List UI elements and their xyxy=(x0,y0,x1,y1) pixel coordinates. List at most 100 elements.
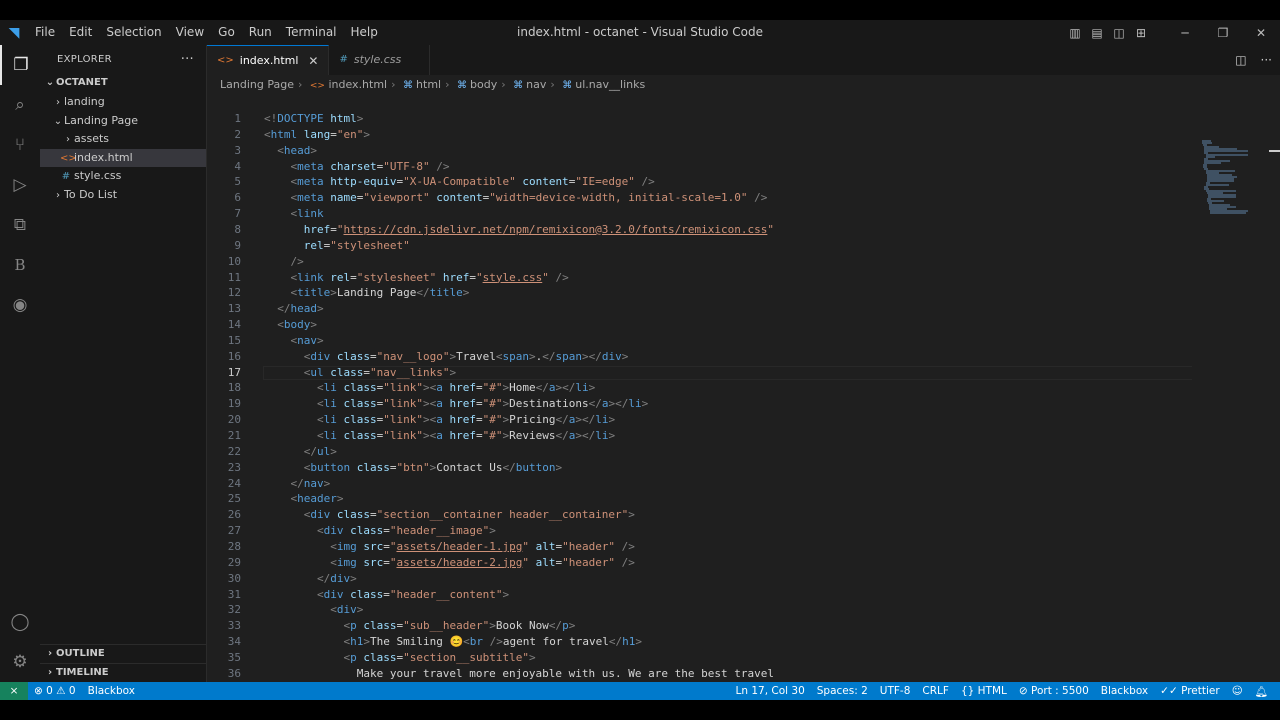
code-line[interactable]: <li class="link"><a href="#">Pricing</a>… xyxy=(264,413,615,426)
code-line[interactable]: <header> xyxy=(264,492,344,505)
menu-view[interactable]: View xyxy=(169,20,211,45)
toggle-primary-sidebar-icon[interactable]: ▥ xyxy=(1064,26,1086,40)
explorer-more-icon[interactable]: ··· xyxy=(181,52,194,67)
problems-status[interactable]: ⊗ 0 ⚠ 0 xyxy=(28,685,82,697)
split-editor-icon[interactable]: ◫ xyxy=(1235,53,1246,67)
explorer-item[interactable]: › landing xyxy=(40,93,206,112)
search-icon[interactable]: ⌕ xyxy=(0,85,40,125)
github-icon[interactable]: ◉ xyxy=(0,285,40,325)
prettier-status[interactable]: ✓✓ Prettier xyxy=(1154,685,1226,697)
code-editor[interactable]: 1 <!DOCTYPE html> 2 <html lang="en"> 3 <head… xyxy=(207,112,1192,682)
code-token: Book Now xyxy=(495,619,549,633)
toggle-panel-icon[interactable]: ▤ xyxy=(1086,26,1108,40)
tab-style-css[interactable]: # style.css xyxy=(329,45,431,75)
live-server-port[interactable]: ⊘ Port : 5500 xyxy=(1013,685,1095,697)
minimize-button[interactable]: ─ xyxy=(1166,26,1204,40)
code-line[interactable]: <title>Landing Page</title> xyxy=(264,286,470,299)
timeline-section[interactable]: › TIMELINE xyxy=(40,663,206,682)
code-line[interactable]: <div class="header__content"> xyxy=(264,588,509,601)
code-line[interactable]: <nav> xyxy=(264,334,324,347)
blackbox-icon[interactable]: B xyxy=(0,245,40,285)
encoding-status[interactable]: UTF-8 xyxy=(874,685,917,697)
code-line[interactable]: <head> xyxy=(264,144,317,157)
breadcrumb-item[interactable]: body xyxy=(470,78,497,91)
code-line[interactable]: </head> xyxy=(264,302,323,315)
code-line[interactable]: <link rel="stylesheet" href="style.css" … xyxy=(264,271,569,284)
feedback-icon[interactable]: ☺ xyxy=(1226,685,1249,697)
menu-help[interactable]: Help xyxy=(344,20,385,45)
breadcrumb-item[interactable]: nav xyxy=(526,78,546,91)
outline-section[interactable]: › OUTLINE xyxy=(40,644,206,663)
remote-indicator-icon[interactable]: ⨯ xyxy=(0,682,28,700)
code-line[interactable]: <button class="btn">Contact Us</button> xyxy=(264,461,562,474)
code-line[interactable]: <html lang="en"> xyxy=(264,128,370,141)
cursor-position[interactable]: Ln 17, Col 30 xyxy=(730,685,811,697)
extensions-icon[interactable]: ⧉ xyxy=(0,205,40,245)
code-line[interactable]: <meta charset="UTF-8" /> xyxy=(264,160,450,173)
explorer-item[interactable]: › To Do List xyxy=(40,186,206,205)
code-line[interactable]: </nav> xyxy=(264,477,331,490)
run-debug-icon[interactable]: ▷ xyxy=(0,165,40,205)
customize-layout-icon[interactable]: ⊞ xyxy=(1130,26,1152,40)
blackbox-status-right[interactable]: Blackbox xyxy=(1095,685,1154,697)
minimap[interactable] xyxy=(1192,112,1280,682)
code-line[interactable]: <div class="nav__logo">Travel<span>.</sp… xyxy=(264,350,629,363)
eol-status[interactable]: CRLF xyxy=(916,685,955,697)
manage-gear-icon[interactable]: ⚙ xyxy=(0,642,40,682)
code-line[interactable]: <link xyxy=(264,207,324,220)
menu-edit[interactable]: Edit xyxy=(62,20,99,45)
close-icon[interactable]: ✕ xyxy=(308,46,318,76)
menu-file[interactable]: File xyxy=(28,20,62,45)
breadcrumb-item[interactable]: ul.nav__links xyxy=(575,78,645,91)
code-token: content xyxy=(515,175,569,189)
code-line[interactable]: <img src="assets/header-1.jpg" alt="head… xyxy=(264,540,635,553)
code-line[interactable]: <body> xyxy=(264,318,317,331)
more-actions-icon[interactable]: ··· xyxy=(1261,53,1272,67)
breadcrumb-item[interactable]: Landing Page xyxy=(220,78,294,91)
explorer-item[interactable]: › assets xyxy=(40,130,206,149)
accounts-icon[interactable]: ◯ xyxy=(0,602,40,642)
blackbox-status-left[interactable]: Blackbox xyxy=(82,685,141,697)
code-line[interactable]: <div class="section__container header__c… xyxy=(264,508,635,521)
code-line[interactable]: <p class="section__subtitle"> xyxy=(264,651,535,664)
code-line[interactable]: <img src="assets/header-2.jpg" alt="head… xyxy=(264,556,635,569)
tab-index-html[interactable]: <> index.html ✕ xyxy=(207,45,330,76)
scrollbar-thumb[interactable] xyxy=(1269,150,1280,152)
code-line[interactable]: </ul> xyxy=(264,445,337,458)
code-line[interactable]: <meta http-equiv="X-UA-Compatible" conte… xyxy=(264,175,655,188)
code-line[interactable]: href="https://cdn.jsdelivr.net/npm/remix… xyxy=(264,223,774,236)
code-line[interactable]: <li class="link"><a href="#">Destination… xyxy=(264,397,648,410)
menu-go[interactable]: Go xyxy=(211,20,242,45)
explorer-item[interactable]: ⌄ Landing Page xyxy=(40,112,206,131)
code-line[interactable]: <meta name="viewport" content="width=dev… xyxy=(264,191,768,204)
indentation-status[interactable]: Spaces: 2 xyxy=(811,685,874,697)
code-line[interactable]: rel="stylesheet" xyxy=(264,239,410,252)
explorer-item[interactable]: <>index.html xyxy=(40,148,206,167)
notifications-bell-icon[interactable]: 🔔︎ xyxy=(1249,685,1274,698)
code-line[interactable]: </div> xyxy=(264,572,357,585)
breadcrumb-item[interactable]: html xyxy=(416,78,441,91)
explorer-item[interactable]: # style.css xyxy=(40,167,206,186)
code-line[interactable]: <li class="link"><a href="#">Home</a></l… xyxy=(264,381,595,394)
code-line[interactable]: Make your travel more enjoyable with us.… xyxy=(264,667,774,680)
close-window-button[interactable]: ✕ xyxy=(1242,26,1280,40)
code-line[interactable]: /> xyxy=(264,255,304,268)
code-line[interactable]: <div> xyxy=(264,603,363,616)
source-control-icon[interactable]: ⑂ xyxy=(0,125,40,165)
language-mode[interactable]: {} HTML xyxy=(955,685,1013,697)
code-line[interactable]: <div class="header__image"> xyxy=(264,524,496,537)
code-line[interactable]: <ul class="nav__links"> xyxy=(264,366,456,379)
menu-run[interactable]: Run xyxy=(242,20,279,45)
workspace-root[interactable]: ⌄ OCTANET xyxy=(40,73,206,93)
code-line[interactable]: <p class="sub__header">Book Now</p> xyxy=(264,619,575,632)
menu-selection[interactable]: Selection xyxy=(99,20,168,45)
menu-terminal[interactable]: Terminal xyxy=(279,20,344,45)
code-line[interactable]: <li class="link"><a href="#">Reviews</a>… xyxy=(264,429,615,442)
code-line[interactable]: <h1>The Smiling 😊<br />agent for travel<… xyxy=(264,635,642,648)
restore-button[interactable]: ❐ xyxy=(1204,26,1242,40)
toggle-secondary-sidebar-icon[interactable]: ◫ xyxy=(1108,26,1130,40)
code-line[interactable]: <!DOCTYPE html> xyxy=(264,112,363,125)
breadcrumb-item[interactable]: index.html xyxy=(328,78,387,91)
explorer-icon[interactable]: ❐ xyxy=(0,45,40,85)
